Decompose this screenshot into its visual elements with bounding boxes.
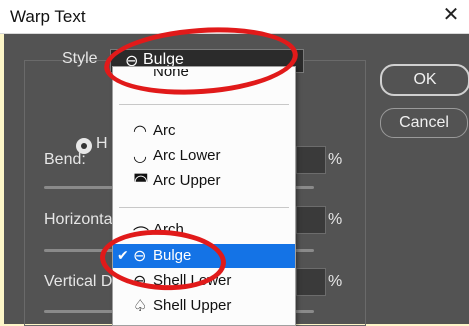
ok-button[interactable]: OK <box>380 64 469 96</box>
bend-input[interactable] <box>296 146 326 174</box>
bend-label: Bend: <box>44 151 86 168</box>
horizontal-percent: % <box>328 211 343 228</box>
menu-item-label: Arc <box>153 122 176 139</box>
menu-item-arc[interactable]: ◠ Arc <box>113 119 295 143</box>
menu-item-shell-upper[interactable]: ♤ Shell Upper <box>113 294 295 318</box>
cancel-button[interactable]: Cancel <box>380 108 468 138</box>
horizontal-distortion-label: Horizonta <box>44 211 113 228</box>
arc-upper-icon: ◚ <box>133 173 149 190</box>
window-title: Warp Text <box>10 7 86 26</box>
menu-divider <box>119 104 289 105</box>
shell-upper-icon: ♤ <box>133 298 148 315</box>
vertical-distortion-input[interactable] <box>296 268 326 296</box>
horizontal-distortion-input[interactable] <box>296 206 326 234</box>
menu-item-arc-upper[interactable]: ◚ Arc Upper <box>113 169 295 193</box>
close-icon[interactable]: ✕ <box>439 3 463 27</box>
menu-item-label: Shell Upper <box>153 297 232 314</box>
orientation-label: H <box>96 135 108 152</box>
menu-item-label: Arc Upper <box>153 172 221 189</box>
style-label: Style <box>62 50 98 67</box>
menu-item-arc-lower[interactable]: ◡ Arc Lower <box>113 144 295 168</box>
vertical-percent: % <box>328 273 343 290</box>
vertical-distortion-label: Vertical D <box>44 273 113 290</box>
menu-item-label: Arc Lower <box>153 147 221 164</box>
arc-lower-icon: ◡ <box>133 148 147 165</box>
bend-percent: % <box>328 151 343 168</box>
menu-divider <box>119 207 289 208</box>
arc-icon: ◠ <box>133 123 147 140</box>
